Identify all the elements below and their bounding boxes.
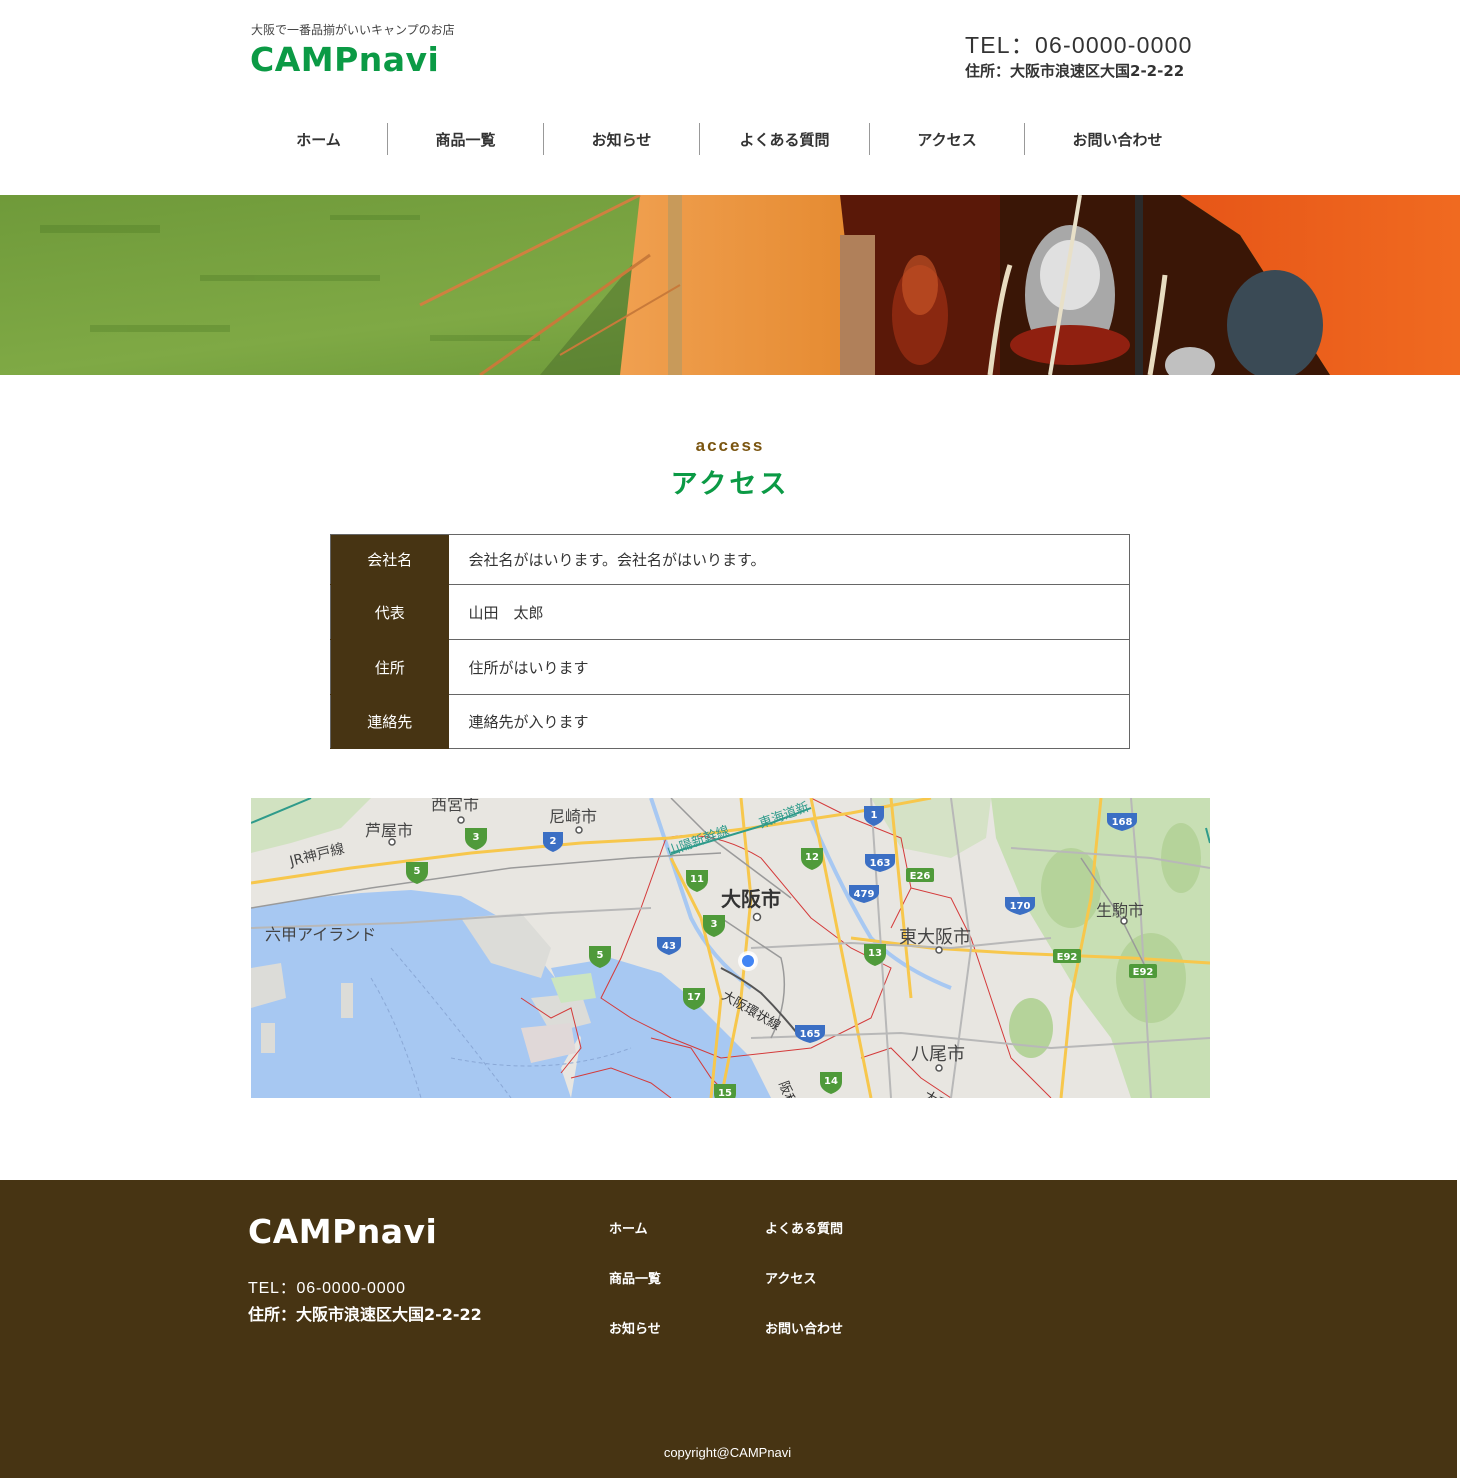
nav-item-contact[interactable]: お問い合わせ (1025, 123, 1210, 155)
nav-item-products[interactable]: 商品一覧 (388, 123, 544, 155)
table-row: 連絡先 連絡先が入ります (330, 694, 1130, 749)
access-map[interactable]: 西宮市 尼崎市 芦屋市 JR神戸線 六甲アイランド 東大阪市 生駒市 八尾市 大… (251, 798, 1210, 1098)
footer-link-home[interactable]: ホーム (609, 1218, 648, 1237)
map-label-ikoma: 生駒市 (1096, 901, 1144, 920)
site-header: 大阪で一番品揃がいいキャンプのお店 CAMPnavi TEL：06-0000-0… (0, 0, 1460, 110)
svg-text:168: 168 (1112, 817, 1133, 828)
svg-text:E26: E26 (910, 871, 931, 882)
footer-link-contact[interactable]: お問い合わせ (765, 1318, 843, 1337)
nav-item-home[interactable]: ホーム (250, 123, 388, 155)
svg-text:170: 170 (1010, 901, 1031, 912)
svg-text:E92: E92 (1133, 967, 1154, 978)
map-label-ashiya: 芦屋市 (365, 821, 413, 840)
route-shield: E92 (1129, 964, 1157, 978)
footer-link-faq[interactable]: よくある質問 (765, 1218, 843, 1237)
location-pin-icon[interactable] (738, 951, 758, 971)
table-value: 連絡先が入ります (468, 713, 589, 731)
nav-item-access[interactable]: アクセス (870, 123, 1025, 155)
global-nav: ホーム 商品一覧 お知らせ よくある質問 アクセス お問い合わせ (250, 123, 1210, 155)
svg-text:479: 479 (854, 889, 875, 900)
svg-text:13: 13 (868, 948, 882, 959)
svg-text:163: 163 (870, 858, 891, 869)
table-label: 住所 (330, 639, 449, 695)
map-label-osaka: 大阪市 (721, 887, 781, 911)
map-label-yao: 八尾市 (911, 1044, 965, 1065)
map-label-higashiosaka: 東大阪市 (899, 927, 971, 948)
svg-text:11: 11 (690, 874, 704, 885)
map-label-nishinomiya: 西宮市 (431, 798, 479, 814)
footer-address: 住所：大阪市浪速区大国2-2-22 (248, 1305, 482, 1324)
header-address: 住所：大阪市浪速区大国2-2-22 (965, 62, 1185, 80)
footer-link-access[interactable]: アクセス (765, 1268, 816, 1287)
table-row: 会社名 会社名がはいります。会社名がはいります。 (330, 534, 1130, 585)
table-value: 住所がはいります (448, 639, 1130, 695)
table-label: 連絡先 (330, 694, 449, 749)
svg-text:2: 2 (550, 836, 557, 847)
svg-text:3: 3 (473, 832, 480, 843)
svg-text:5: 5 (597, 950, 604, 961)
hero-image (0, 195, 1460, 375)
section-title: アクセス (670, 469, 790, 500)
footer-tel: TEL：06-0000-0000 (248, 1280, 406, 1297)
svg-text:12: 12 (805, 852, 819, 863)
copyright: copyright@CAMPnavi (663, 1445, 792, 1460)
svg-text:5: 5 (414, 866, 421, 877)
svg-text:E92: E92 (1057, 952, 1078, 963)
route-shield: 15 (714, 1084, 736, 1098)
route-shield: E26 (906, 868, 934, 882)
footer-link-news[interactable]: お知らせ (609, 1318, 661, 1337)
table-row: 代表 山田 太郎 (330, 584, 1130, 640)
header-tel: TEL：06-0000-0000 (965, 32, 1193, 58)
table-label: 代表 (330, 584, 449, 640)
table-value: 会社名がはいります。会社名がはいります。 (448, 534, 1130, 585)
site-tagline: 大阪で一番品揃がいいキャンプのお店 (251, 23, 455, 37)
footer-link-products[interactable]: 商品一覧 (609, 1268, 661, 1287)
svg-text:43: 43 (662, 941, 676, 952)
svg-text:165: 165 (800, 1029, 821, 1040)
svg-text:15: 15 (718, 1088, 732, 1098)
table-row: 住所 住所がはいります (330, 639, 1130, 695)
table-label: 会社名 (330, 534, 449, 585)
company-info-table: 会社名 会社名がはいります。会社名がはいります。 代表 山田 太郎 住所 住所が… (330, 534, 1130, 749)
table-value: 山田 太郎 (448, 584, 1130, 640)
nav-item-faq[interactable]: よくある質問 (700, 123, 870, 155)
footer-logo[interactable]: CAMPnavi (248, 1212, 437, 1251)
section-subtitle: access (695, 436, 765, 455)
svg-text:14: 14 (824, 1076, 838, 1087)
site-logo[interactable]: CAMPnavi (250, 40, 439, 79)
svg-text:1: 1 (871, 810, 878, 821)
site-footer: CAMPnavi TEL：06-0000-0000 住所：大阪市浪速区大国2-2… (0, 1180, 1457, 1478)
map-label-rokko: 六甲アイランド (265, 925, 376, 944)
svg-text:3: 3 (711, 919, 718, 930)
svg-text:17: 17 (687, 992, 701, 1003)
route-shield: E92 (1053, 949, 1081, 963)
map-label-amagasaki: 尼崎市 (549, 807, 597, 826)
nav-item-news[interactable]: お知らせ (544, 123, 700, 155)
